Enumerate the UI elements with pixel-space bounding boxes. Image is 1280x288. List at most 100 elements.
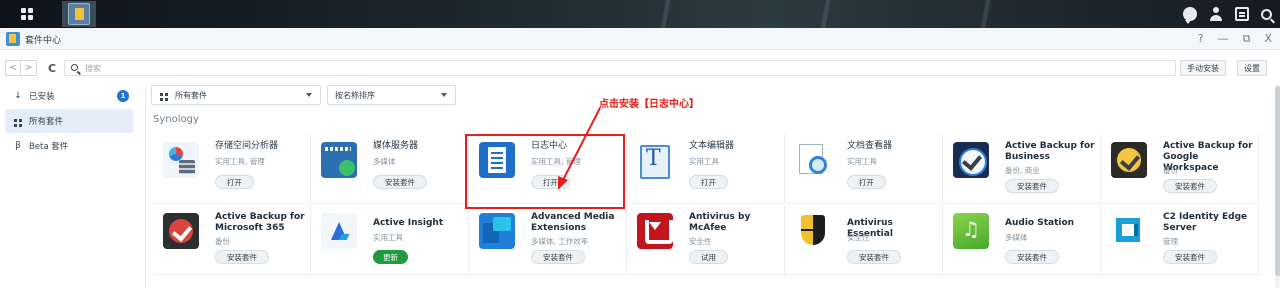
annotation-highlight-box: [465, 134, 625, 209]
grid-icon: [13, 115, 23, 127]
update-button[interactable]: 更新: [373, 250, 408, 264]
grid-icon: [159, 89, 169, 101]
package-card[interactable]: 文档查看器 实用工具 打开: [785, 134, 943, 204]
taskbar-decoration: [760, 0, 900, 28]
trial-button[interactable]: 试用: [689, 250, 728, 264]
package-category: 多媒体: [373, 157, 396, 166]
active-insight-icon: [321, 213, 357, 249]
refresh-icon: C: [47, 61, 57, 75]
install-button[interactable]: 安装套件: [1005, 250, 1059, 264]
manual-install-button[interactable]: 手动安装: [1180, 60, 1226, 76]
install-button[interactable]: 安装套件: [373, 175, 427, 189]
package-card[interactable]: C2 Identity Edge Server 管理 安装套件: [1101, 205, 1259, 275]
user-icon[interactable]: [1209, 7, 1223, 21]
package-card[interactable]: Active Insight 实用工具 更新: [311, 205, 469, 275]
search-icon[interactable]: [1261, 8, 1272, 20]
package-category: 备份, 商业: [1005, 166, 1040, 175]
package-card[interactable]: Active Backup for Microsoft 365 备份 安装套件: [153, 205, 311, 275]
install-button[interactable]: 安装套件: [1005, 179, 1059, 193]
active-backup-business-icon: [953, 142, 989, 178]
package-category: 实用工具: [373, 233, 403, 242]
sort-dropdown[interactable]: 按名称排序: [327, 85, 456, 105]
restore-button[interactable]: ⧉: [1243, 32, 1251, 46]
open-button[interactable]: 打开: [689, 175, 728, 189]
grid-icon: [21, 8, 33, 20]
section-title: Synology: [153, 114, 199, 125]
sidebar-item-label: 所有套件: [29, 117, 64, 127]
active-backup-google-icon: [1111, 142, 1147, 178]
package-center-icon: [68, 3, 90, 25]
mcafee-icon: [637, 213, 673, 249]
install-button[interactable]: 安装套件: [1163, 250, 1217, 264]
minimize-button[interactable]: —: [1218, 32, 1229, 46]
window-title-bar: 套件中心 ? — ⧉ X: [0, 28, 1280, 50]
window-title: 套件中心: [25, 36, 62, 46]
package-name: 存储空间分析器: [215, 141, 279, 151]
search-icon: [71, 64, 78, 71]
antivirus-essential-icon: [795, 213, 831, 249]
taskbar-decoration: [920, 0, 1060, 28]
package-card[interactable]: Audio Station 多媒体 安装套件: [943, 205, 1101, 275]
package-name: Active Backup for Business: [1005, 141, 1095, 162]
sidebar-item-all-packages[interactable]: 所有套件: [5, 109, 133, 133]
category-filter-dropdown[interactable]: 所有套件: [151, 85, 321, 105]
package-card[interactable]: Active Backup for Google Workspace 备份 安装…: [1101, 134, 1259, 204]
package-card[interactable]: 媒体服务器 多媒体 安装套件: [311, 134, 469, 204]
c2-identity-icon: [1111, 213, 1147, 249]
settings-button[interactable]: 设置: [1237, 60, 1267, 76]
back-button[interactable]: <: [5, 60, 21, 76]
package-category: 备份: [215, 237, 230, 246]
install-button[interactable]: 安装套件: [531, 250, 585, 264]
advanced-media-extensions-icon: [479, 213, 515, 249]
install-button[interactable]: 安装套件: [215, 250, 269, 264]
dsm-taskbar: [0, 0, 1280, 28]
install-button[interactable]: 安装套件: [1163, 179, 1217, 193]
install-button[interactable]: 安装套件: [847, 250, 901, 264]
open-button[interactable]: 打开: [847, 175, 886, 189]
package-name: 文档查看器: [847, 141, 893, 151]
package-name: 文本编辑器: [689, 141, 735, 151]
widget-icon[interactable]: [1235, 7, 1249, 21]
sidebar-item-installed[interactable]: ↓ 已安装 1: [5, 84, 133, 108]
open-button[interactable]: 打开: [215, 175, 254, 189]
package-category: 实用工具: [847, 157, 877, 166]
package-category: 实用工具, 管理: [215, 157, 265, 166]
media-server-icon: [321, 142, 357, 178]
help-button[interactable]: ?: [1198, 32, 1204, 46]
text-editor-icon: [637, 142, 673, 179]
package-card[interactable]: Antivirus by McAfee 安全性 试用: [627, 205, 785, 275]
package-category: 多媒体, 工作效率: [531, 237, 589, 246]
sidebar: ↓ 已安装 1 所有套件 β Beta 套件: [0, 84, 140, 288]
package-category: 多媒体: [1005, 233, 1028, 242]
sidebar-item-label: Beta 套件: [29, 142, 69, 152]
toolbar: < > C 手动安装 设置: [0, 57, 1280, 79]
package-category: 安全性: [847, 233, 870, 242]
scrollbar-thumb[interactable]: [1275, 86, 1280, 276]
update-count-badge: 1: [117, 90, 129, 102]
sidebar-item-label: 已安装: [29, 92, 55, 102]
document-viewer-icon: [795, 142, 831, 178]
package-category: 实用工具: [689, 157, 719, 166]
package-card[interactable]: 文本编辑器 实用工具 打开: [627, 134, 785, 204]
forward-button[interactable]: >: [21, 60, 37, 76]
package-card[interactable]: Advanced Media Extensions 多媒体, 工作效率 安装套件: [469, 205, 627, 275]
package-card[interactable]: 存储空间分析器 实用工具, 管理 打开: [153, 134, 311, 204]
search-box[interactable]: [64, 60, 1176, 76]
package-card[interactable]: Antivirus Essential 安全性 安装套件: [785, 205, 943, 275]
package-card[interactable]: Active Backup for Business 备份, 商业 安装套件: [943, 134, 1101, 204]
search-input[interactable]: [85, 62, 1165, 74]
package-name: Active Insight: [373, 218, 444, 228]
main-menu-button[interactable]: [10, 1, 44, 27]
package-name: 媒体服务器: [373, 141, 419, 151]
sidebar-item-beta-packages[interactable]: β Beta 套件: [5, 134, 133, 158]
package-category: 管理: [1163, 237, 1178, 246]
chat-icon[interactable]: [1183, 7, 1197, 24]
close-button[interactable]: X: [1264, 32, 1272, 46]
scrollbar[interactable]: [1275, 84, 1280, 288]
chevron-down-icon: [441, 93, 447, 97]
chevron-left-icon: <: [9, 63, 17, 73]
audio-station-icon: [953, 213, 989, 249]
taskbar-package-center-button[interactable]: [62, 1, 96, 27]
refresh-button[interactable]: C: [44, 60, 60, 76]
package-list-panel: 所有套件 按名称排序 Synology 存储空间分析器 实用工具, 管理 打开 …: [145, 84, 1280, 288]
